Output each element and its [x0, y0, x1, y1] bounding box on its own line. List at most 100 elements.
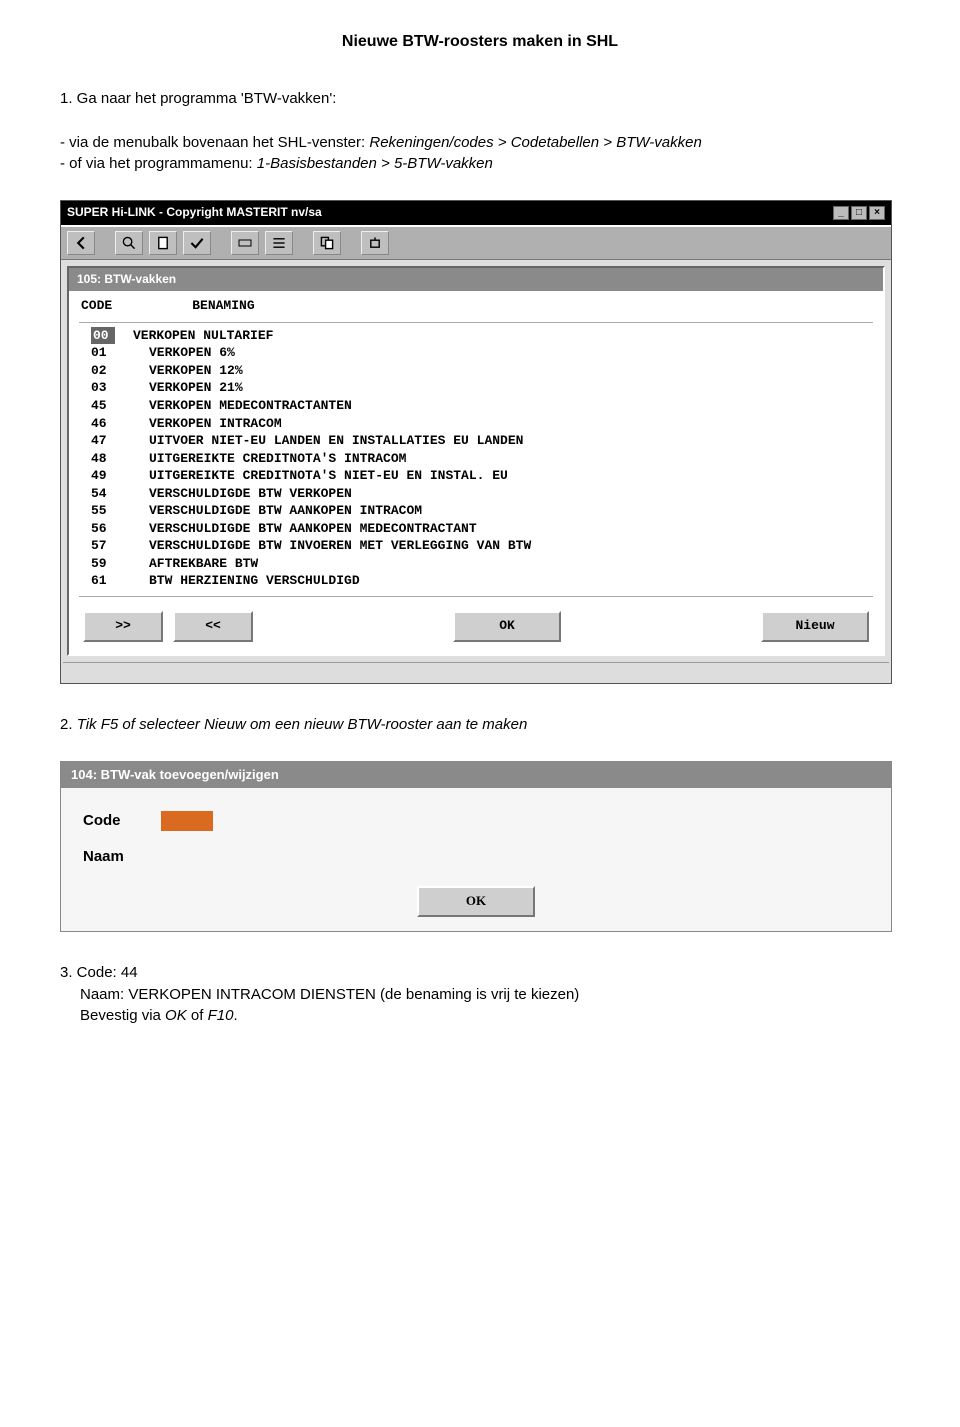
cell-name: VERSCHULDIGDE BTW AANKOPEN INTRACOM	[131, 502, 422, 520]
table-row[interactable]: 45VERKOPEN MEDECONTRACTANTEN	[91, 397, 861, 415]
cell-code: 46	[91, 415, 131, 433]
toolbar-separator	[217, 231, 225, 253]
form-title: 104: BTW-vak toevoegen/wijzigen	[61, 762, 891, 789]
maximize-icon[interactable]: □	[851, 206, 867, 220]
page-title: Nieuwe BTW-roosters maken in SHL	[60, 30, 900, 53]
table-row[interactable]: 48UITGEREIKTE CREDITNOTA'S INTRACOM	[91, 450, 861, 468]
table-row[interactable]: 03VERKOPEN 21%	[91, 379, 861, 397]
new-button[interactable]: Nieuw	[761, 611, 869, 642]
table-row[interactable]: 61BTW HERZIENING VERSCHULDIGD	[91, 572, 861, 590]
cell-code: 49	[91, 467, 131, 485]
window-title: SUPER Hi-LINK - Copyright MASTERIT nv/sa	[67, 204, 322, 221]
cell-name: BTW HERZIENING VERSCHULDIGD	[131, 572, 360, 590]
step1-a-path: Rekeningen/codes > Codetabellen > BTW-va…	[369, 134, 701, 151]
back-arrow-icon[interactable]	[67, 231, 95, 255]
step1-lead: 1. Ga naar het programma 'BTW-vakken':	[60, 88, 900, 110]
step-1: 1. Ga naar het programma 'BTW-vakken': -…	[60, 88, 900, 175]
step-2: 2. Tik F5 of selecteer Nieuw om een nieu…	[60, 714, 900, 736]
table-row[interactable]: 00VERKOPEN NULTARIEF	[91, 327, 861, 345]
copy-icon[interactable]	[313, 231, 341, 255]
document-icon[interactable]	[149, 231, 177, 255]
cell-code: 00	[91, 327, 115, 345]
step1-line-a: - via de menubalk bovenaan het SHL-venst…	[60, 132, 900, 154]
cell-code: 03	[91, 379, 131, 397]
panel-title: 105: BTW-vakken	[69, 268, 883, 291]
table-row[interactable]: 55VERSCHULDIGDE BTW AANKOPEN INTRACOM	[91, 502, 861, 520]
code-label: Code	[83, 810, 161, 832]
table-row[interactable]: 57VERSCHULDIGDE BTW INVOEREN MET VERLEGG…	[91, 537, 861, 555]
search-icon[interactable]	[115, 231, 143, 255]
cell-code: 01	[91, 344, 131, 362]
step1-b-path: 1-Basisbestanden > 5-BTW-vakken	[257, 155, 493, 172]
cell-name: UITGEREIKTE CREDITNOTA'S NIET-EU EN INST…	[131, 467, 508, 485]
keyboard-icon[interactable]	[231, 231, 259, 255]
form-row-code: Code	[83, 810, 869, 832]
table-row[interactable]: 54VERSCHULDIGDE BTW VERKOPEN	[91, 485, 861, 503]
window-body: 105: BTW-vakken CODE BENAMING 00VERKOPEN…	[67, 266, 885, 656]
cell-code: 56	[91, 520, 131, 538]
step3-line1: 3. Code: 44	[60, 962, 900, 984]
window-toolbar	[61, 225, 891, 260]
checkmark-icon[interactable]	[183, 231, 211, 255]
table-row[interactable]: 56VERSCHULDIGDE BTW AANKOPEN MEDECONTRAC…	[91, 520, 861, 538]
window-btw-vakken: SUPER Hi-LINK - Copyright MASTERIT nv/sa…	[60, 200, 892, 684]
form-body: Code Naam OK	[61, 788, 891, 930]
step1-a-text: - via de menubalk bovenaan het SHL-venst…	[60, 134, 369, 151]
cell-code: 45	[91, 397, 131, 415]
cell-code: 47	[91, 432, 131, 450]
toolbar-separator	[299, 231, 307, 253]
ok-button[interactable]: OK	[453, 611, 561, 642]
step3-line2: Naam: VERKOPEN INTRACOM DIENSTEN (de ben…	[60, 984, 900, 1006]
table-row[interactable]: 46VERKOPEN INTRACOM	[91, 415, 861, 433]
name-label: Naam	[83, 846, 161, 868]
button-row: >> << OK Nieuw	[69, 607, 883, 654]
col-name: BENAMING	[192, 297, 254, 316]
cell-name: VERKOPEN 6%	[131, 344, 235, 362]
cell-name: VERKOPEN 12%	[131, 362, 243, 380]
cell-code: 59	[91, 555, 131, 573]
cell-code: 54	[91, 485, 131, 503]
step3-ok: OK	[165, 1007, 187, 1024]
cell-code: 57	[91, 537, 131, 555]
step3-l3c: of	[187, 1007, 208, 1024]
form-ok-row: OK	[83, 882, 869, 917]
step1-line-b: - of via het programmamenu: 1-Basisbesta…	[60, 153, 900, 175]
cell-name: AFTREKBARE BTW	[131, 555, 258, 573]
cell-name: UITVOER NIET-EU LANDEN EN INSTALLATIES E…	[131, 432, 523, 450]
spacer	[263, 611, 443, 642]
table-row[interactable]: 47UITVOER NIET-EU LANDEN EN INSTALLATIES…	[91, 432, 861, 450]
code-input[interactable]	[161, 811, 213, 831]
data-rows: 00VERKOPEN NULTARIEF 01VERKOPEN 6% 02VER…	[79, 322, 873, 597]
prev-page-button[interactable]: <<	[173, 611, 253, 642]
step2-num: 2.	[60, 716, 77, 733]
cell-code: 55	[91, 502, 131, 520]
cell-code: 61	[91, 572, 131, 590]
ok-button[interactable]: OK	[417, 886, 535, 917]
step3-l3e: .	[233, 1007, 237, 1024]
step3-f10: F10	[208, 1007, 234, 1024]
settings-icon[interactable]	[361, 231, 389, 255]
next-page-button[interactable]: >>	[83, 611, 163, 642]
table-row[interactable]: 49UITGEREIKTE CREDITNOTA'S NIET-EU EN IN…	[91, 467, 861, 485]
table-row[interactable]: 01VERKOPEN 6%	[91, 344, 861, 362]
window-titlebar: SUPER Hi-LINK - Copyright MASTERIT nv/sa…	[61, 201, 891, 224]
table-row[interactable]: 02VERKOPEN 12%	[91, 362, 861, 380]
cell-name: VERKOPEN NULTARIEF	[115, 327, 273, 345]
toolbar-separator	[101, 231, 109, 253]
cell-code: 48	[91, 450, 131, 468]
form-row-name: Naam	[83, 846, 869, 868]
close-icon[interactable]: ×	[869, 206, 885, 220]
column-headers: CODE BENAMING	[69, 291, 883, 318]
list-icon[interactable]	[265, 231, 293, 255]
minimize-icon[interactable]: _	[833, 206, 849, 220]
cell-name: VERKOPEN 21%	[131, 379, 243, 397]
step1-b-text: - of via het programmamenu:	[60, 155, 257, 172]
table-row[interactable]: 59AFTREKBARE BTW	[91, 555, 861, 573]
spacer	[571, 611, 751, 642]
window-btw-vak-form: 104: BTW-vak toevoegen/wijzigen Code Naa…	[60, 761, 892, 932]
col-code: CODE	[81, 297, 112, 316]
window-statusbar	[63, 662, 889, 681]
cell-name: VERSCHULDIGDE BTW INVOEREN MET VERLEGGIN…	[131, 537, 531, 555]
cell-code: 02	[91, 362, 131, 380]
cell-name: VERSCHULDIGDE BTW VERKOPEN	[131, 485, 352, 503]
